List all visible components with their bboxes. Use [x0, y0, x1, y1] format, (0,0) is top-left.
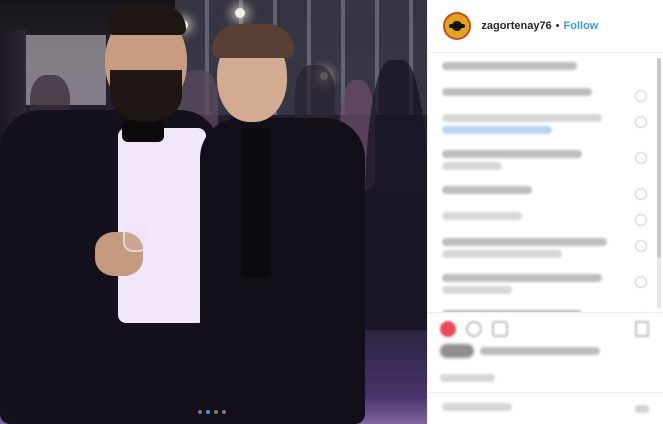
post-photo[interactable] [0, 0, 428, 424]
post-header: zagortenay76 • Follow [428, 0, 663, 53]
person-right-suit [200, 118, 365, 424]
comment-like-icon[interactable] [635, 90, 648, 102]
likes-row-blurred[interactable] [440, 344, 640, 358]
scrollbar-thumb[interactable] [657, 58, 661, 258]
comment-like-icon[interactable] [635, 188, 648, 200]
comment-like-icon[interactable] [635, 152, 648, 164]
comments-list[interactable] [428, 54, 663, 312]
comment-like-icon[interactable] [635, 116, 648, 128]
comment-like-icon[interactable] [635, 214, 648, 226]
comments-scrollbar[interactable] [657, 58, 661, 308]
comment-blurred [442, 88, 653, 108]
post-side-panel: zagortenay76 • Follow [427, 0, 663, 424]
comment-blurred [442, 114, 653, 144]
comment-bubble-icon[interactable] [466, 320, 483, 337]
comment-like-icon[interactable] [635, 240, 648, 252]
ceiling-light [235, 8, 245, 18]
add-comment-field[interactable] [428, 392, 663, 424]
carousel-dot-active[interactable] [206, 410, 210, 414]
instagram-post-modal: zagortenay76 • Follow [0, 0, 663, 424]
comment-blurred [442, 150, 653, 180]
share-icon[interactable] [492, 320, 509, 337]
liker-avatar [440, 344, 475, 358]
carousel-dot[interactable] [222, 410, 226, 414]
heart-icon[interactable] [440, 320, 457, 337]
post-actions [428, 312, 663, 344]
post-time-blurred [440, 374, 500, 386]
author-username[interactable]: zagortenay76 [481, 20, 551, 32]
person-right-hair [212, 24, 294, 58]
bookmark-icon[interactable] [635, 320, 650, 337]
comment-blurred [442, 238, 653, 268]
follow-button[interactable]: Follow [564, 20, 599, 32]
comment-blurred [442, 274, 653, 304]
person-left-bowtie [122, 120, 164, 142]
comment-blurred [442, 212, 653, 232]
comment-like-icon[interactable] [635, 276, 648, 288]
profile-avatar-icon[interactable] [443, 12, 472, 40]
header-separator: • [555, 20, 560, 32]
comment-blurred [442, 186, 653, 206]
caption-blurred [442, 62, 653, 82]
wine-glass [123, 222, 149, 252]
carousel-dot[interactable] [198, 410, 202, 414]
carousel-indicator [198, 410, 226, 414]
person-left-beard [110, 70, 182, 122]
post-comment-button[interactable] [635, 405, 650, 413]
carousel-dot[interactable] [214, 410, 218, 414]
person-left-hair [108, 5, 186, 35]
person-right-shirt [242, 128, 270, 278]
